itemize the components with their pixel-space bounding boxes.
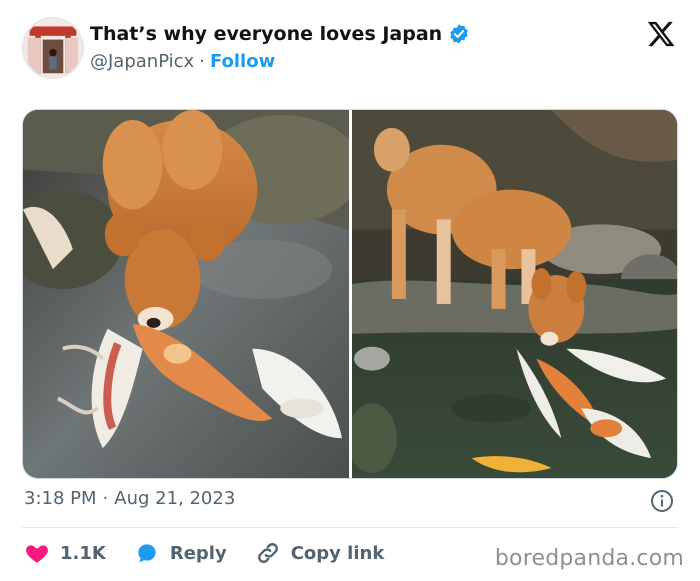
photo-left-image — [23, 110, 349, 478]
reply-bubble-icon — [138, 544, 156, 563]
separator-dot: · — [199, 51, 205, 72]
avatar[interactable] — [22, 17, 84, 79]
like-count: 1.1K — [60, 542, 106, 564]
divider — [22, 527, 678, 528]
verified-badge-icon — [450, 24, 468, 44]
like-button[interactable]: 1.1K — [24, 540, 106, 566]
timestamp-time: 3:18 PM — [24, 488, 97, 509]
reply-button[interactable]: Reply — [134, 540, 227, 566]
photo-dog-with-koi-pond[interactable] — [351, 110, 677, 478]
x-logo-icon[interactable] — [646, 19, 676, 49]
link-icon — [257, 543, 278, 563]
reply-label: Reply — [169, 542, 227, 564]
info-icon[interactable] — [650, 489, 674, 513]
handle[interactable]: @JapanPicx — [90, 51, 194, 72]
timestamp-separator: · — [102, 488, 109, 509]
photo-right-image — [351, 110, 677, 478]
tweet-actions: 1.1K Reply Copy link — [24, 538, 412, 568]
copy-link-button[interactable]: Copy link — [255, 540, 385, 566]
heart-icon — [26, 545, 48, 563]
media-gallery[interactable] — [22, 109, 678, 479]
timestamp-date: Aug 21, 2023 — [114, 488, 236, 509]
follow-button[interactable]: Follow — [210, 51, 275, 72]
tweet-timestamp[interactable]: 3:18 PM · Aug 21, 2023 — [24, 488, 235, 509]
tweet-header: That’s why everyone loves Japan @JapanPi… — [22, 17, 678, 81]
watermark: boredpanda.com — [494, 546, 684, 571]
display-name[interactable]: That’s why everyone loves Japan — [90, 23, 442, 45]
copy-link-label: Copy link — [290, 542, 385, 564]
photo-dog-kissing-koi[interactable] — [23, 110, 349, 478]
